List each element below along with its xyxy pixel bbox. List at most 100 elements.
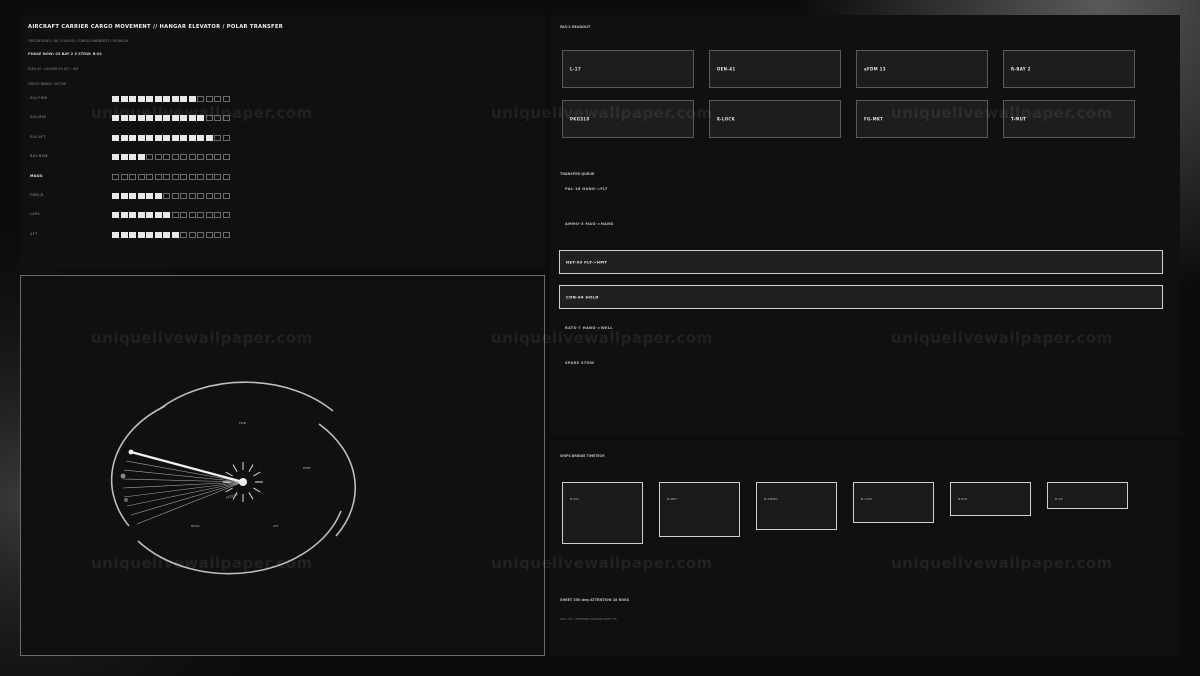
bank-segment — [163, 134, 170, 141]
timeline-tile[interactable]: B-AMMO — [756, 482, 837, 530]
bank-segment — [180, 212, 187, 219]
bank-label: AFT — [30, 231, 38, 236]
bank-segment — [188, 134, 196, 141]
bank-segment — [154, 96, 162, 102]
bank-row[interactable]: ELV-AFT — [30, 134, 250, 142]
bank-segment — [214, 231, 221, 238]
readout-panel: FAS-2 READOUT L-17 DEN-41 aFDM 13 R-BAY 2 PK… — [550, 15, 1180, 435]
bank-segment — [188, 96, 196, 102]
bank-segment — [197, 173, 204, 180]
hub-tick — [253, 487, 261, 493]
bank-segment — [214, 193, 221, 199]
slot-cell[interactable]: R-BAY 2 — [1003, 50, 1135, 88]
watermark: uniquelivewallpaper.com — [491, 329, 713, 347]
bank-meter — [112, 173, 230, 180]
bank-segment — [112, 193, 119, 199]
bank-segment — [197, 154, 204, 161]
tiles-panel: SHIPS BRIDGE TIMETECH B-PAL B-NET B-AMMO B-… — [550, 440, 1180, 656]
bank-row[interactable]: BAY-NEW — [30, 154, 250, 161]
bank-segment — [188, 231, 196, 238]
bank-row[interactable]: MAGS — [30, 173, 250, 181]
bank-segment — [205, 231, 213, 238]
bank-row[interactable]: LAPS — [30, 212, 250, 219]
bank-label: ELV-MID — [30, 115, 47, 120]
slot-cell[interactable]: aFDM 13 — [856, 50, 988, 88]
queue-item-label: NET-09 FLT->HMT — [566, 259, 608, 265]
tiles-footer-1: SHEET 350 deg ATTENTION 18 ROKS — [560, 598, 630, 602]
bank-segment — [120, 212, 128, 219]
timeline-tile[interactable]: B-PAL — [562, 482, 643, 544]
bank-label: MAGS — [30, 173, 43, 178]
bank-segment — [137, 134, 145, 141]
watermark: uniquelivewallpaper.com — [491, 104, 713, 122]
bank-segment — [137, 193, 145, 199]
watermark: uniquelivewallpaper.com — [91, 104, 313, 122]
queue-item[interactable]: PAL-18 HANG->FLT — [565, 187, 608, 191]
timeline-tile[interactable]: B-NET — [659, 482, 740, 537]
slot-cell[interactable]: DEN-41 — [709, 50, 841, 88]
queue-item-selected[interactable]: CON-04 HOLD — [559, 285, 1163, 309]
bank-segment — [180, 154, 187, 161]
bank-segment — [180, 134, 187, 141]
slot-cell[interactable]: L-17 — [562, 50, 694, 88]
queue-item[interactable]: AMMO-3 MAG->HANG — [565, 222, 614, 226]
watermark: uniquelivewallpaper.com — [891, 554, 1113, 572]
bank-segment — [154, 193, 162, 199]
bank-segment — [129, 134, 136, 141]
bank-segment — [214, 173, 221, 180]
bank-segment — [171, 231, 179, 238]
bank-meter — [112, 154, 230, 161]
bank-segment — [171, 212, 179, 219]
bank-label: ELV-AFT — [30, 134, 46, 139]
bank-segment — [146, 212, 153, 219]
bank-segment — [120, 193, 128, 199]
bank-segment — [129, 212, 136, 219]
bank-segment — [197, 193, 204, 199]
bank-segment — [129, 173, 136, 180]
bank-label: LAPS — [30, 212, 40, 217]
bank-segment — [154, 154, 162, 161]
bank-segment — [120, 173, 128, 180]
bank-segment — [137, 212, 145, 219]
bank-segment — [163, 231, 170, 238]
bank-segment — [163, 212, 170, 219]
watermark: uniquelivewallpaper.com — [491, 554, 713, 572]
bank-segment — [205, 134, 213, 141]
bank-segment — [171, 193, 179, 199]
bank-meter — [112, 193, 230, 199]
bank-segment — [205, 193, 213, 199]
timeline-tile[interactable]: B-SP — [1047, 482, 1128, 509]
slot-cell[interactable]: K-LOCK — [709, 99, 841, 138]
tile-label: B-CON — [861, 497, 872, 501]
outer-arc-left — [110, 405, 166, 527]
sweep-line — [126, 481, 244, 507]
sweep-pointer — [130, 450, 244, 484]
watermark: uniquelivewallpaper.com — [91, 329, 313, 347]
queue-item-selected[interactable]: NET-09 FLT->HMT — [559, 250, 1163, 274]
bank-segment — [214, 212, 221, 219]
bank-segment — [214, 96, 221, 102]
bank-segment — [129, 96, 136, 102]
bank-segment — [171, 96, 179, 102]
bank-row[interactable]: AFT — [30, 231, 250, 239]
bank-segment — [120, 154, 128, 161]
bank-segment — [146, 193, 153, 199]
bank-segment — [180, 96, 187, 102]
bank-segment — [214, 154, 221, 161]
polar-label-top: FWD — [239, 421, 247, 425]
slot-label: aFDM 13 — [864, 66, 886, 72]
bank-meter — [112, 212, 230, 219]
hub-tick — [232, 464, 238, 472]
queue-item[interactable]: SPARE STOW — [565, 361, 594, 365]
timeline-tile[interactable]: B-RAT — [950, 482, 1031, 516]
bank-row[interactable]: FWD-B — [30, 193, 250, 200]
section-title: CARGO BANKS : ACTIVE — [28, 82, 67, 86]
watermark: uniquelivewallpaper.com — [891, 329, 1113, 347]
hub-tick — [248, 464, 254, 472]
bank-row[interactable]: ELV-FWD — [30, 96, 250, 103]
bank-segment — [222, 231, 230, 238]
hub-icon — [239, 478, 247, 486]
timeline-tile[interactable]: B-CON — [853, 482, 934, 523]
bank-segment — [120, 231, 128, 238]
sweep-line — [123, 481, 244, 498]
